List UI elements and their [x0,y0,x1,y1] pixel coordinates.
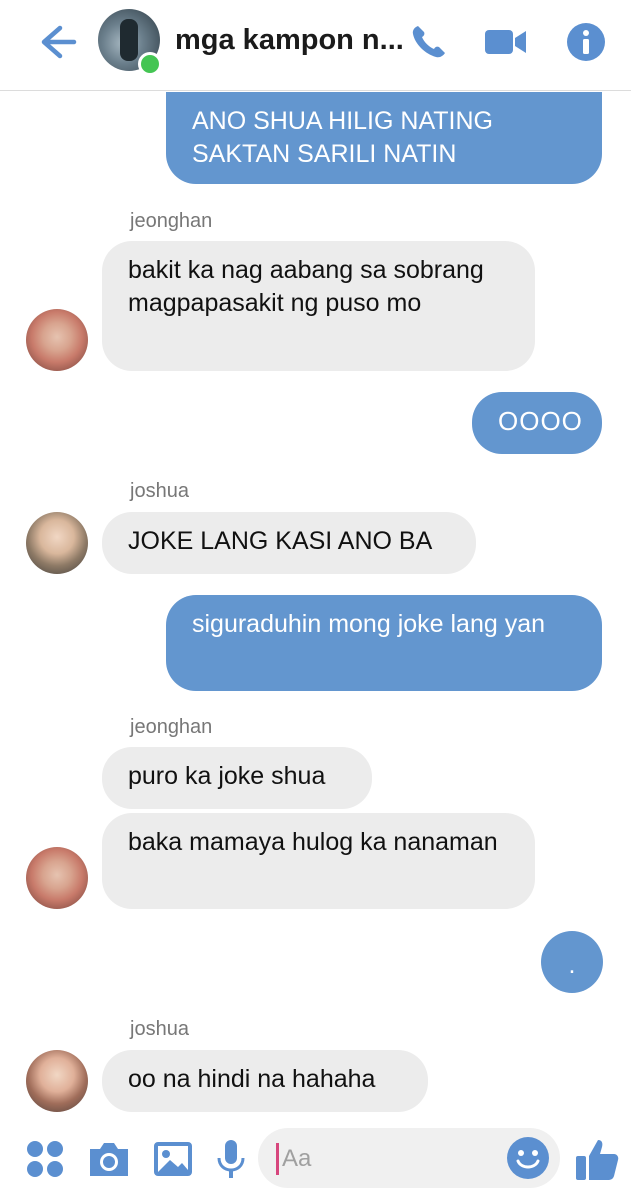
conversation-title[interactable]: mga kampon n... [175,24,405,57]
video-icon[interactable] [482,20,530,64]
emoji-icon[interactable] [504,1134,552,1182]
message-bubble-incoming[interactable]: oo na hindi na hahaha [102,1050,428,1112]
back-arrow-icon[interactable] [30,20,80,64]
info-icon[interactable] [562,20,610,64]
phone-icon[interactable] [406,20,454,64]
avatar-joshua[interactable] [26,1050,88,1112]
online-status-dot [138,52,162,76]
message-composer [258,1128,560,1188]
sender-name: jeonghan [130,716,213,738]
message-bubble-outgoing[interactable]: OOOO [472,392,602,454]
message-bubble-incoming[interactable]: puro ka joke shua [102,747,372,809]
camera-icon[interactable] [84,1134,134,1184]
avatar-jeonghan[interactable] [26,309,88,371]
message-bubble-outgoing[interactable]: siguraduhin mong joke lang yan [166,595,602,691]
gallery-icon[interactable] [148,1134,198,1184]
microphone-icon[interactable] [206,1134,256,1184]
sender-name: jeonghan [130,210,213,232]
avatar-joshua[interactable] [26,512,88,574]
message-bubble-outgoing[interactable]: ANO SHUA HILIG NATING SAKTAN SARILI NATI… [166,92,602,184]
chat-header: mga kampon n... [0,0,631,91]
message-bubble-outgoing[interactable]: . [541,931,603,993]
apps-icon[interactable] [20,1134,70,1184]
thumbs-up-icon[interactable] [572,1134,622,1184]
composer-bar [0,1120,631,1200]
sender-name: joshua [130,1018,189,1040]
message-bubble-incoming[interactable]: bakit ka nag aabang sa sobrang magpapasa… [102,241,535,371]
avatar-jeonghan[interactable] [26,847,88,909]
sender-name: joshua [130,480,189,502]
message-bubble-incoming[interactable]: JOKE LANG KASI ANO BA [102,512,476,574]
text-cursor [276,1143,279,1175]
message-input[interactable] [280,1140,504,1178]
message-bubble-incoming[interactable]: baka mamaya hulog ka nanaman [102,813,535,909]
message-list: ANO SHUA HILIG NATING SAKTAN SARILI NATI… [0,0,631,1200]
